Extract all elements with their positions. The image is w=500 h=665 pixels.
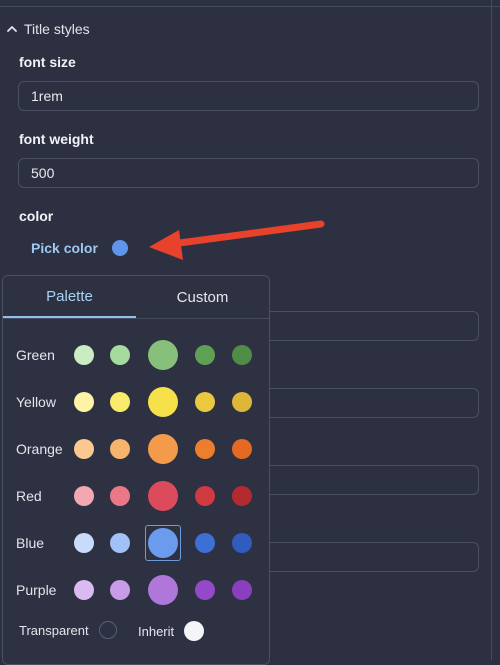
color-swatch-red-2[interactable] (110, 486, 130, 506)
color-swatch-red-4[interactable] (195, 486, 215, 506)
transparent-swatch[interactable] (98, 621, 117, 639)
palette-row-red: Red (16, 478, 261, 514)
palette-row-orange: Orange (16, 431, 261, 467)
tab-custom[interactable]: Custom (136, 276, 269, 318)
color-swatch-yellow-3[interactable] (148, 387, 178, 417)
color-picker-tabs: Palette Custom (3, 276, 269, 319)
color-swatch-orange-2[interactable] (110, 439, 130, 459)
selected-swatch-outline (145, 525, 181, 561)
pick-color-control[interactable]: Pick color (31, 240, 128, 256)
section-title: Title styles (24, 21, 90, 37)
color-swatch-orange-1[interactable] (74, 439, 94, 459)
section-header-title-styles[interactable]: Title styles (6, 19, 90, 39)
palette-row-blue: Blue (16, 525, 261, 561)
current-color-swatch[interactable] (111, 240, 128, 256)
color-swatch-orange-5[interactable] (232, 439, 252, 459)
panel-top-border (0, 6, 500, 7)
font-weight-value: 500 (31, 165, 55, 181)
color-swatch-purple-5[interactable] (232, 580, 252, 600)
color-swatch-blue-4[interactable] (195, 533, 215, 553)
palette-row-label: Yellow (16, 394, 56, 410)
font-weight-label: font weight (19, 131, 94, 147)
color-swatch-blue-2[interactable] (110, 533, 130, 553)
font-weight-input[interactable]: 500 (18, 158, 479, 188)
color-swatch-orange-3[interactable] (148, 434, 178, 464)
color-swatch-red-5[interactable] (232, 486, 252, 506)
transparent-label: Transparent (19, 622, 89, 638)
color-swatch-blue-1[interactable] (74, 533, 94, 553)
color-swatch-purple-4[interactable] (195, 580, 215, 600)
font-size-label: font size (19, 54, 76, 70)
palette-row-green: Green (16, 337, 261, 373)
color-swatch-orange-4[interactable] (195, 439, 215, 459)
color-swatch-yellow-5[interactable] (232, 392, 252, 412)
palette-row-label: Green (16, 347, 55, 363)
palette-row-label: Red (16, 488, 42, 504)
palette-row-label: Blue (16, 535, 45, 551)
inherit-swatch[interactable] (184, 621, 205, 641)
color-swatch-yellow-2[interactable] (110, 392, 130, 412)
inherit-label: Inherit (138, 623, 175, 639)
color-swatch-purple-3[interactable] (148, 575, 178, 605)
color-swatch-green-5[interactable] (232, 345, 252, 365)
color-swatch-red-3[interactable] (148, 481, 178, 511)
font-size-input[interactable]: 1rem (18, 81, 479, 111)
color-swatch-purple-2[interactable] (110, 580, 130, 600)
panel-right-border (491, 0, 492, 660)
palette-row-yellow: Yellow (16, 384, 261, 420)
font-size-value: 1rem (31, 88, 63, 104)
color-swatch-red-1[interactable] (74, 486, 94, 506)
color-swatch-green-1[interactable] (74, 345, 94, 365)
pick-color-link[interactable]: Pick color (31, 240, 98, 256)
palette-row-label: Purple (16, 582, 57, 598)
color-swatch-green-2[interactable] (110, 345, 130, 365)
color-swatch-green-3[interactable] (148, 340, 178, 370)
palette-row-purple: Purple (16, 572, 261, 608)
color-label: color (19, 208, 54, 224)
color-swatch-purple-1[interactable] (74, 580, 94, 600)
palette-row-label: Orange (16, 441, 63, 457)
tab-palette[interactable]: Palette (3, 276, 136, 318)
color-swatch-green-4[interactable] (195, 345, 215, 365)
color-swatch-blue-5[interactable] (232, 533, 252, 553)
inherit-option[interactable]: Inherit (138, 621, 205, 641)
transparent-option[interactable]: Transparent (19, 621, 117, 639)
color-swatch-yellow-1[interactable] (74, 392, 94, 412)
color-swatch-yellow-4[interactable] (195, 392, 215, 412)
chevron-up-icon (7, 26, 17, 32)
